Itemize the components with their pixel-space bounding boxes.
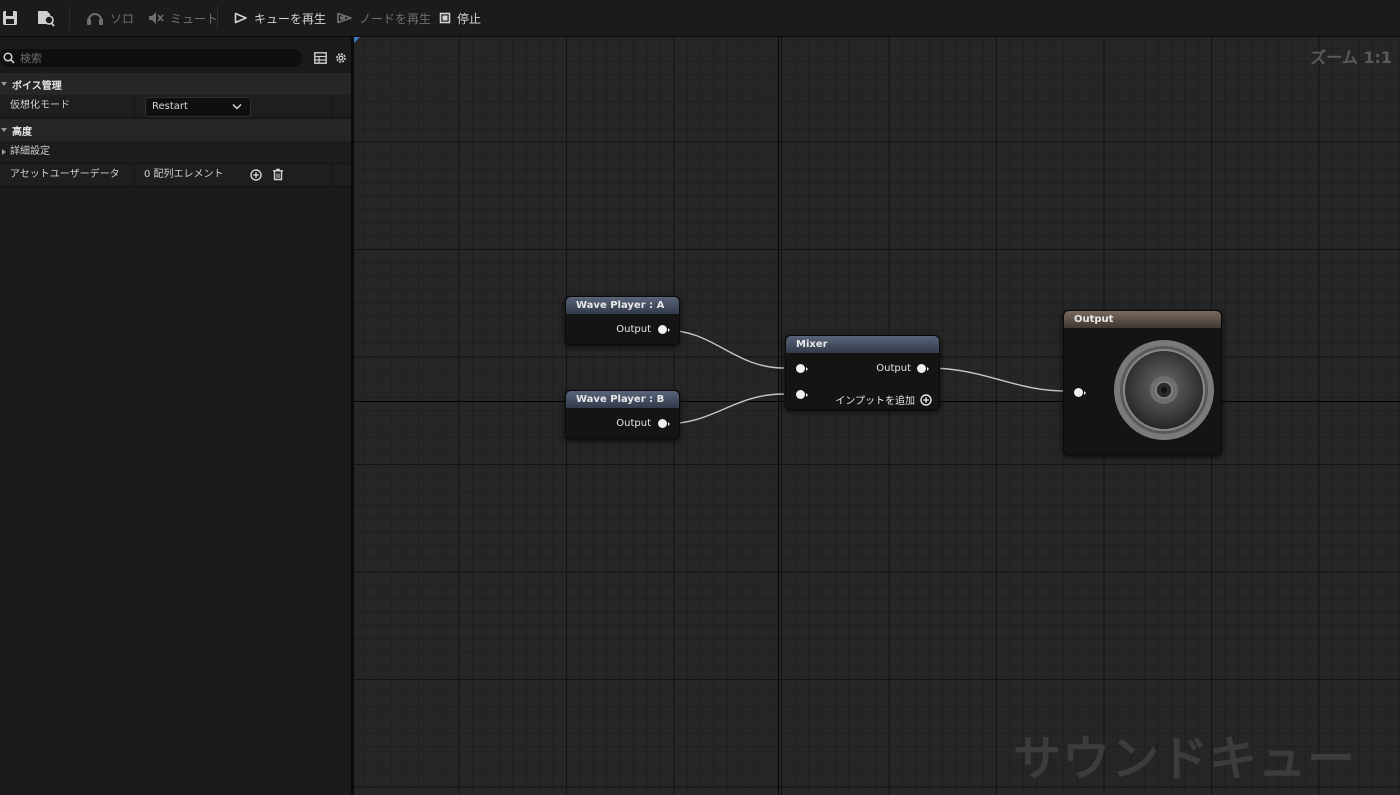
column-divider bbox=[134, 95, 135, 117]
solo-label: ソロ bbox=[110, 11, 135, 26]
collapse-arrow-icon bbox=[1, 128, 7, 132]
output-pin-icon[interactable] bbox=[917, 364, 929, 373]
node-mixer[interactable]: Mixer Output インプットを追加 bbox=[785, 335, 940, 410]
stop-icon bbox=[439, 12, 451, 24]
sound-cue-graph[interactable]: ズーム 1:1 サウンドキュー Wave Player : A Output W… bbox=[354, 37, 1400, 795]
node-wave-player-a[interactable]: Wave Player : A Output bbox=[565, 296, 680, 345]
save-icon bbox=[3, 11, 17, 25]
wire-b-to-mixer[interactable] bbox=[664, 393, 785, 425]
node-title: Wave Player : A bbox=[566, 297, 679, 314]
input-pin-icon[interactable] bbox=[796, 364, 808, 373]
node-wave-player-b[interactable]: Wave Player : B Output bbox=[565, 390, 680, 439]
property-row-asset-user-data: アセットユーザーデータ 0 配列エレメント bbox=[0, 164, 351, 187]
add-input-button[interactable]: インプットを追加 bbox=[835, 392, 932, 407]
collapse-arrow-icon bbox=[2, 149, 6, 155]
add-input-icon bbox=[920, 393, 932, 406]
wire-mixer-to-output[interactable] bbox=[927, 367, 1067, 392]
chevron-down-icon bbox=[232, 103, 242, 110]
node-title: Mixer bbox=[786, 336, 939, 353]
mute-label: ミュート bbox=[170, 11, 219, 26]
play-node-label: ノードを再生 bbox=[359, 11, 432, 26]
node-title: Output bbox=[1064, 311, 1221, 328]
browse-asset-button[interactable] bbox=[36, 0, 62, 36]
section-voice-management-label: ボイス管理 bbox=[12, 80, 62, 92]
advanced-settings-text: 詳細設定 bbox=[10, 146, 50, 157]
table-view-icon[interactable] bbox=[314, 52, 327, 64]
toolbar-separator bbox=[217, 6, 218, 30]
input-pin-icon[interactable] bbox=[796, 390, 808, 399]
save-button[interactable] bbox=[2, 0, 24, 36]
column-divider bbox=[331, 95, 332, 117]
subsection-advanced-settings[interactable]: 詳細設定 bbox=[0, 141, 351, 164]
toolbar-separator bbox=[69, 6, 70, 30]
column-divider bbox=[331, 164, 332, 186]
virtualization-mode-value: Restart bbox=[152, 101, 188, 112]
delete-element-icon[interactable] bbox=[272, 168, 284, 181]
stop-label: 停止 bbox=[457, 11, 482, 26]
speaker-icon bbox=[1114, 340, 1214, 440]
solo-icon bbox=[87, 12, 103, 25]
add-element-icon[interactable] bbox=[250, 169, 262, 181]
play-node-button[interactable]: ノードを再生 bbox=[337, 0, 431, 36]
output-pin-icon[interactable] bbox=[658, 325, 670, 334]
output-pin-label: Output bbox=[616, 324, 651, 335]
asset-user-data-value: 0 配列エレメント bbox=[144, 169, 224, 180]
search-box[interactable] bbox=[0, 49, 302, 67]
node-output[interactable]: Output bbox=[1063, 310, 1222, 455]
stop-button[interactable]: 停止 bbox=[439, 0, 481, 36]
virtualization-mode-label: 仮想化モード bbox=[10, 100, 70, 111]
column-divider bbox=[134, 164, 135, 186]
output-pin-label: Output bbox=[876, 363, 911, 374]
section-advanced-label: 高度 bbox=[12, 126, 32, 138]
node-title: Wave Player : B bbox=[566, 391, 679, 408]
details-panel: ボイス管理 仮想化モード Restart 高度 詳細設定 アセットユーザーデータ… bbox=[0, 37, 351, 795]
mute-icon bbox=[149, 12, 164, 24]
advanced-settings-label: 詳細設定 bbox=[0, 141, 50, 163]
play-cue-label: キューを再生 bbox=[254, 11, 327, 26]
play-cue-icon bbox=[234, 12, 247, 24]
play-node-icon bbox=[337, 12, 352, 24]
output-pin-label: Output bbox=[616, 418, 651, 429]
section-voice-management[interactable]: ボイス管理 bbox=[0, 73, 351, 95]
section-advanced[interactable]: 高度 bbox=[0, 119, 351, 141]
toolbar: ソロ ミュート キューを再生 ノードを再生 停止 bbox=[0, 0, 1400, 37]
input-pin-icon[interactable] bbox=[1074, 388, 1086, 397]
browse-asset-icon bbox=[38, 11, 55, 27]
property-row-virtualization-mode: 仮想化モード Restart bbox=[0, 95, 351, 118]
wire-a-to-mixer[interactable] bbox=[664, 329, 785, 369]
solo-button[interactable]: ソロ bbox=[86, 0, 134, 36]
mute-button[interactable]: ミュート bbox=[148, 0, 218, 36]
search-input[interactable] bbox=[20, 49, 290, 67]
collapse-arrow-icon bbox=[1, 82, 7, 86]
play-cue-button[interactable]: キューを再生 bbox=[234, 0, 326, 36]
asset-user-data-label: アセットユーザーデータ bbox=[10, 169, 120, 180]
add-input-label: インプットを追加 bbox=[835, 396, 915, 407]
output-pin-icon[interactable] bbox=[658, 419, 670, 428]
search-icon bbox=[3, 52, 15, 64]
wires bbox=[664, 329, 1067, 425]
virtualization-mode-select[interactable]: Restart bbox=[145, 97, 251, 117]
settings-icon[interactable] bbox=[334, 51, 348, 65]
